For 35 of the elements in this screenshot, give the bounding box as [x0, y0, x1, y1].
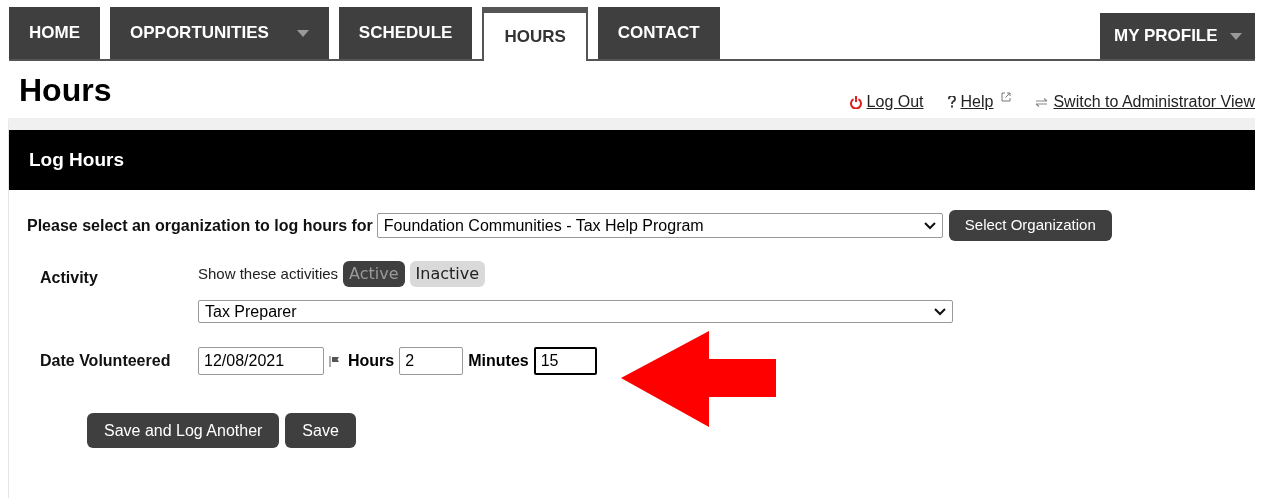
field-label: Hours	[348, 351, 395, 371]
filter-label: Show these activities	[198, 263, 339, 284]
input-field[interactable]: 15	[533, 347, 597, 375]
field-label: Minutes	[468, 351, 529, 371]
input-field[interactable]: 12/08/2021	[198, 347, 324, 375]
header-link[interactable]: Help	[960, 90, 994, 114]
field-label: Please select an organization to log hours for	[27, 215, 373, 236]
activity-select[interactable]: Tax Preparer	[198, 300, 953, 323]
chevron-down-icon	[923, 221, 936, 230]
filter-toggle[interactable]: Active	[343, 261, 405, 287]
question-icon	[947, 96, 956, 108]
nav-tab[interactable]: OPPORTUNITIES	[110, 7, 329, 59]
page-title: Hours	[19, 74, 112, 106]
header-link[interactable]: Log Out	[866, 90, 924, 114]
filter-toggle[interactable]: Inactive	[409, 261, 486, 287]
field-label: Date Volunteered	[40, 351, 172, 371]
select-organization-button[interactable]: Select Organization	[948, 210, 1112, 241]
external-link-icon	[1001, 92, 1012, 102]
panel-title: Log Hours	[29, 147, 124, 172]
chevron-down-icon	[934, 307, 946, 316]
action-button[interactable]: Save	[285, 413, 356, 448]
nav-tab[interactable]: CONTACT	[597, 7, 720, 59]
nav-tab[interactable]: HOURS	[482, 7, 588, 61]
field-label: Activity	[40, 268, 99, 288]
input-field[interactable]: 2	[399, 347, 464, 375]
swap-arrows-icon	[1035, 97, 1049, 107]
caret-icon	[1229, 32, 1242, 40]
power-icon	[849, 95, 862, 109]
nav-tab[interactable]: HOME	[9, 7, 100, 59]
organization-select[interactable]: Foundation Communities - Tax Help Program	[376, 213, 943, 238]
profile-menu[interactable]: MY PROFILE	[1100, 13, 1255, 59]
header-link[interactable]: Switch to Administrator View	[1053, 90, 1255, 114]
nav-tab[interactable]: SCHEDULE	[338, 7, 473, 59]
flag-icon	[329, 355, 340, 367]
action-button[interactable]: Save and Log Another	[87, 413, 280, 448]
